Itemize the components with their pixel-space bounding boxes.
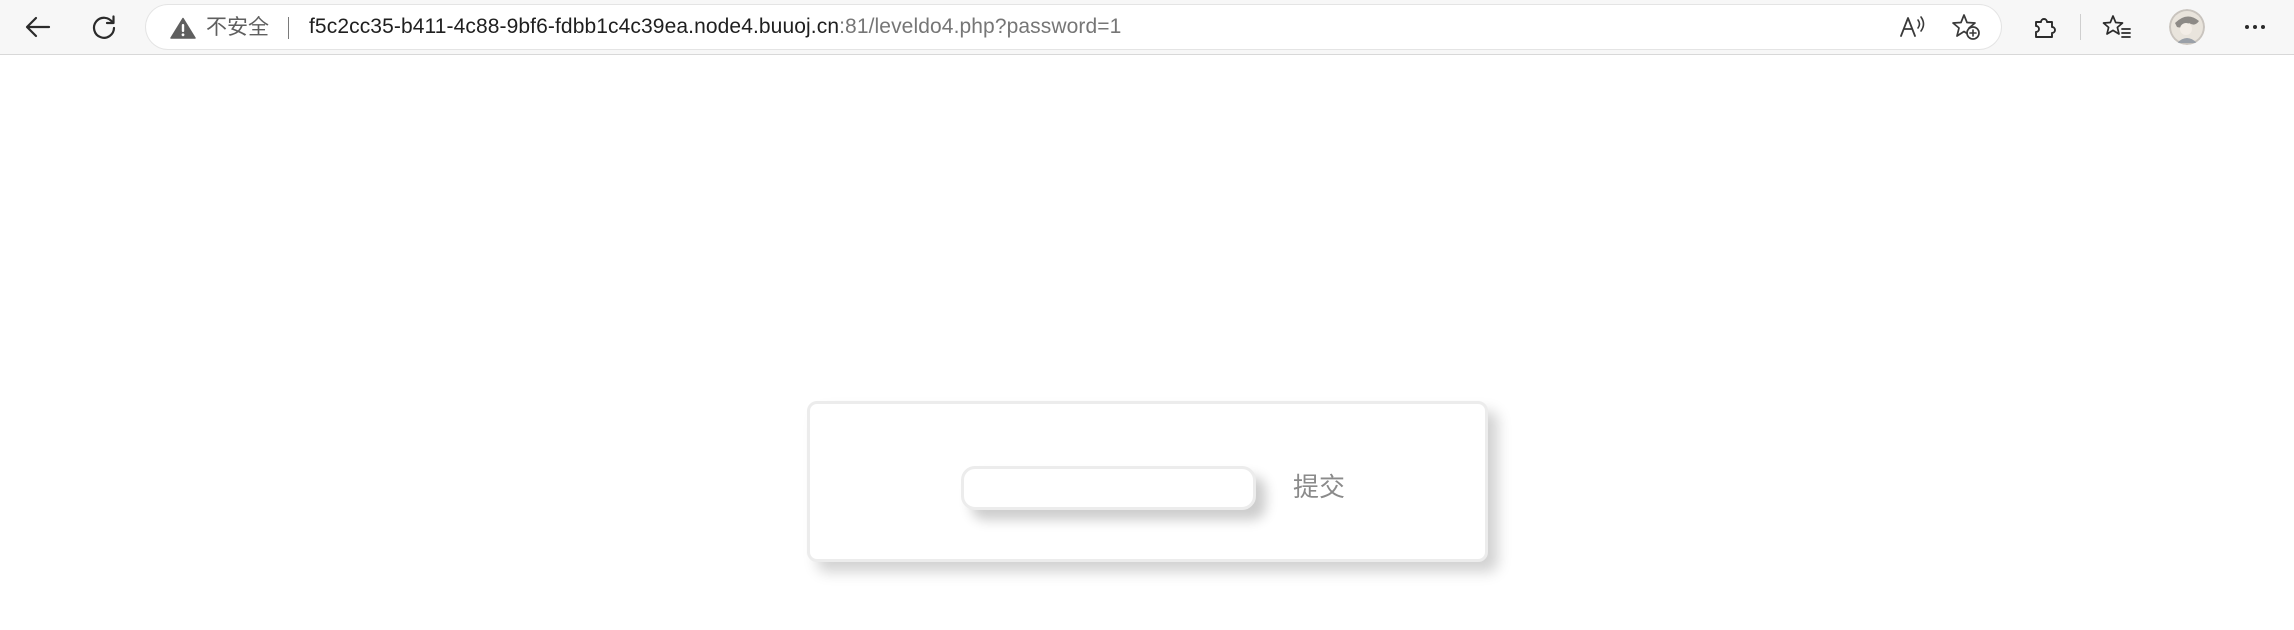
url-host: f5c2cc35-b411-4c88-9bf6-fdbb1c4c39ea.nod… bbox=[309, 15, 840, 38]
browser-toolbar: 不安全 f5c2cc35-b411-4c88-9bf6-fdbb1c4c39ea… bbox=[0, 0, 2294, 55]
reload-button[interactable] bbox=[82, 6, 126, 48]
profile-avatar[interactable] bbox=[2169, 9, 2205, 45]
toolbar-divider bbox=[2080, 14, 2081, 40]
address-bar[interactable]: 不安全 f5c2cc35-b411-4c88-9bf6-fdbb1c4c39ea… bbox=[146, 5, 2001, 49]
profile-avatar-image bbox=[2169, 9, 2205, 45]
read-aloud-icon bbox=[1900, 16, 1925, 37]
submit-button[interactable]: 提交 bbox=[1293, 468, 1345, 508]
password-input[interactable] bbox=[961, 466, 1256, 510]
warning-icon bbox=[170, 17, 196, 39]
more-options-button[interactable] bbox=[2233, 6, 2277, 48]
extensions-icon bbox=[2035, 18, 2056, 38]
url-path: :81/leveldo4.php?password=1 bbox=[839, 15, 1122, 38]
favorites-icon bbox=[2102, 15, 2131, 38]
url-text[interactable]: f5c2cc35-b411-4c88-9bf6-fdbb1c4c39ea.nod… bbox=[309, 5, 1121, 49]
security-status-label[interactable]: 不安全 bbox=[206, 5, 269, 49]
add-favorite-button[interactable] bbox=[1949, 12, 1983, 42]
back-arrow-icon bbox=[25, 16, 51, 38]
password-form-card: 提交 bbox=[807, 401, 1488, 562]
more-options-icon bbox=[2245, 25, 2265, 29]
add-favorite-icon bbox=[1952, 14, 1980, 40]
address-divider bbox=[288, 17, 289, 39]
favorites-button[interactable] bbox=[2095, 6, 2139, 48]
reload-icon bbox=[92, 15, 116, 39]
read-aloud-button[interactable] bbox=[1897, 12, 1931, 42]
extensions-button[interactable] bbox=[2023, 6, 2067, 48]
back-button[interactable] bbox=[16, 6, 60, 48]
